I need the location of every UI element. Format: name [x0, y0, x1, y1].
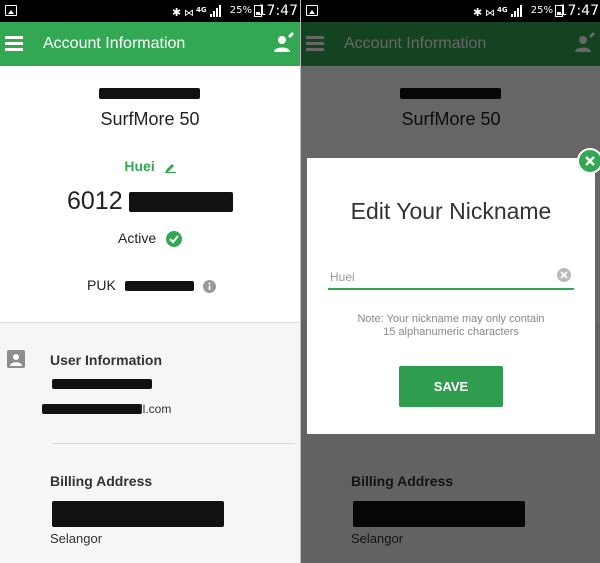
phone-screen-dialog: 25% 17:47 ✱ ⋈ 4G Account Information Sur… — [300, 0, 600, 563]
dialog-title: Edit Your Nickname — [350, 198, 552, 224]
gallery-notification-icon — [306, 5, 318, 16]
check-circle-icon — [166, 231, 182, 248]
status-time: 17:47 — [558, 3, 599, 19]
battery-percent: 25% — [530, 5, 553, 16]
svg-text:✱: ✱ — [172, 6, 181, 18]
status-label: Active — [117, 230, 157, 246]
close-icon[interactable] — [577, 148, 600, 174]
phone-screen-account: 25% 17:47 ✱ ⋈ 4G Account Information Sur… — [0, 0, 300, 563]
email-suffix: il.com — [140, 402, 172, 416]
signal-icon: ✱ ⋈ 4G — [473, 5, 522, 18]
redacted-puk — [124, 281, 194, 292]
user-card-icon — [7, 350, 25, 368]
network-type: 4G — [196, 6, 207, 14]
info-icon[interactable] — [202, 279, 216, 293]
redacted-phone-number — [129, 191, 234, 212]
billing-address-title: Billing Address — [50, 473, 153, 489]
gallery-notification-icon — [5, 5, 17, 16]
status-time: 17:47 — [257, 3, 298, 19]
redacted-user-name — [52, 379, 152, 389]
clear-input-icon[interactable] — [557, 268, 571, 282]
hamburger-icon[interactable] — [5, 36, 23, 51]
redacted-billing-address — [52, 501, 224, 527]
plan-name: SurfMore 50 — [100, 109, 200, 129]
svg-text:⋈: ⋈ — [184, 8, 194, 18]
svg-text:⋈: ⋈ — [485, 8, 495, 18]
status-bar: 25% 17:47 ✱ ⋈ 4G — [0, 0, 300, 22]
person-edit-icon[interactable] — [272, 32, 294, 54]
pencil-icon[interactable] — [164, 162, 176, 173]
status-row: Active — [0, 230, 300, 248]
battery-percent: 25% — [229, 5, 252, 16]
billing-state: Selangor — [50, 531, 103, 546]
nickname-input[interactable] — [328, 266, 574, 290]
phone-number-prefix: 6012 — [67, 187, 123, 215]
status-bar: 25% 17:47 ✱ ⋈ 4G — [301, 0, 600, 22]
redacted-email — [42, 404, 142, 414]
redacted-account-name — [99, 88, 200, 99]
page-title: Account Information — [43, 35, 186, 52]
signal-icon: ✱ ⋈ 4G — [172, 5, 221, 18]
user-details-section: User Information il.com Billing Address … — [0, 323, 300, 563]
note-line-1: Note: Your nickname may only contain — [357, 313, 545, 325]
nickname-row[interactable]: Huei — [0, 158, 300, 174]
svg-text:✱: ✱ — [473, 6, 482, 18]
inner-divider — [52, 443, 295, 444]
puk-label: PUK — [87, 277, 116, 293]
note-line-2: 15 alphanumeric characters — [383, 326, 519, 338]
phone-number: 6012 — [67, 187, 234, 217]
app-bar: Account Information — [0, 22, 300, 66]
nickname-note: Note: Your nickname may only contain 15 … — [307, 313, 595, 339]
user-info-title: User Information — [50, 352, 163, 368]
network-type: 4G — [497, 6, 508, 14]
nickname-label: Huei — [124, 158, 155, 174]
edit-nickname-dialog: Edit Your Nickname Note: Your nickname m… — [307, 158, 595, 434]
save-button[interactable]: SAVE — [399, 366, 503, 407]
puk-row: PUK — [87, 277, 216, 293]
